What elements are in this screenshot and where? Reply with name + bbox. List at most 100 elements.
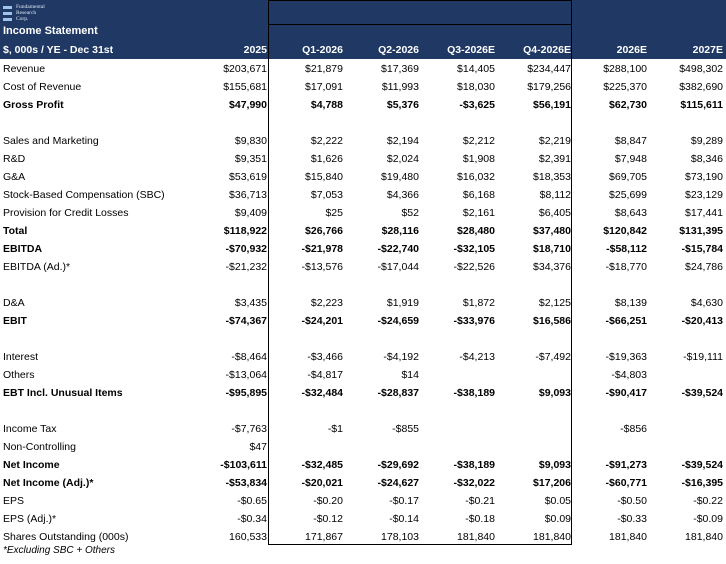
table-cell: $15,840 [305, 171, 343, 183]
table-cell: -$21,978 [301, 243, 343, 255]
table-cell: -$0.14 [389, 513, 419, 525]
table-cell: $8,112 [539, 189, 571, 201]
table-cell: $21,879 [305, 63, 343, 75]
logo-line: Corp. [16, 16, 29, 22]
table-row: R&D $9,351 $1,626 $2,024 $1,908 $2,391 $7,948 $… [0, 150, 726, 168]
footnote: *Excluding SBC + Others [3, 545, 115, 556]
table-cell: $2,125 [538, 297, 571, 309]
table-cell: $9,409 [234, 207, 267, 219]
table-cell: $2,212 [462, 135, 495, 147]
row-label: EPS (Adj.)* [3, 513, 57, 525]
table-cell: -$8,464 [231, 351, 267, 363]
table-row: EPS (Adj.)* -$0.34 -$0.12 -$0.14 -$0.18 $0.09… [0, 510, 726, 528]
table-cell: $18,353 [533, 171, 571, 183]
table-cell: $47,990 [229, 99, 267, 111]
table-cell: -$0.65 [237, 495, 267, 507]
table-row: Net Income -$103,611 -$32,485 -$29,692 -$38,… [0, 456, 726, 474]
row-label: D&A [3, 297, 25, 309]
column-header: Q3-2026E [447, 44, 495, 56]
table-cell: $0.05 [544, 495, 571, 507]
table-row: Provision for Credit Losses $9,409 $25 $52 $… [0, 204, 726, 222]
column-header: 2027E [692, 44, 723, 56]
table-cell: $2,024 [386, 153, 419, 165]
row-label: Revenue [3, 63, 46, 75]
table-cell: $9,351 [234, 153, 267, 165]
table-cell: 181,840 [685, 531, 723, 543]
table-cell: $34,376 [533, 261, 571, 273]
table-row: Cost of Revenue $155,681 $17,091 $11,993 $18… [0, 78, 726, 96]
table-cell: 181,840 [457, 531, 495, 543]
table-cell: -$3,466 [307, 351, 343, 363]
row-label: Stock-Based Compensation (SBC) [3, 189, 165, 201]
row-label: Provision for Credit Losses [3, 207, 129, 219]
row-label: Cost of Revenue [3, 81, 82, 93]
row-label: G&A [3, 171, 26, 183]
table-row: EBIT -$74,367 -$24,201 -$24,659 -$33,976 $16,… [0, 312, 726, 330]
table-cell: $498,302 [679, 63, 723, 75]
table-cell: -$4,192 [383, 351, 419, 363]
table-cell: -$66,251 [605, 315, 647, 327]
table-cell: $23,129 [685, 189, 723, 201]
table-cell: -$0.34 [237, 513, 267, 525]
table-cell: -$32,022 [453, 477, 495, 489]
column-header: Q4-2026E [523, 44, 571, 56]
table-cell: $118,922 [223, 225, 267, 237]
table-cell: -$17,044 [377, 261, 419, 273]
row-label: EBT Incl. Unusual Items [3, 387, 123, 399]
table-cell: $8,643 [614, 207, 647, 219]
column-header: 2025 [243, 44, 267, 56]
table-cell: -$21,232 [225, 261, 267, 273]
table-cell: $17,441 [685, 207, 723, 219]
table-cell: -$15,784 [681, 243, 723, 255]
table-cell: -$32,485 [301, 459, 343, 471]
table-cell: -$18,770 [605, 261, 647, 273]
table-cell: -$20,021 [301, 477, 343, 489]
table-cell: $62,730 [609, 99, 647, 111]
table-cell: $52 [401, 207, 419, 219]
column-header: 2026E [616, 44, 647, 56]
row-label: Sales and Marketing [3, 135, 99, 147]
table-cell: 171,867 [305, 531, 343, 543]
table-cell: -$33,976 [453, 315, 495, 327]
table-cell: $2,223 [310, 297, 343, 309]
table-cell: $53,619 [229, 171, 267, 183]
table-cell: -$38,189 [453, 459, 495, 471]
table-cell: -$70,932 [225, 243, 267, 255]
row-label: EBIT [3, 315, 27, 327]
table-row: Non-Controlling $47 [0, 438, 726, 456]
table-cell: -$856 [620, 423, 647, 435]
table-cell: -$4,803 [611, 369, 647, 381]
table-cell: -$19,363 [605, 351, 647, 363]
table-cell: -$28,837 [377, 387, 419, 399]
table-cell: $2,222 [310, 135, 343, 147]
table-cell: -$7,492 [535, 351, 571, 363]
table-cell: $11,993 [381, 81, 419, 93]
table-cell: -$0.17 [389, 495, 419, 507]
table-cell: $17,369 [381, 63, 419, 75]
table-cell: 181,840 [609, 531, 647, 543]
table-cell: -$0.50 [617, 495, 647, 507]
table-cell: $73,190 [685, 171, 723, 183]
table-cell: $28,116 [381, 225, 419, 237]
table-cell: -$0.20 [313, 495, 343, 507]
period-label-header: $, 000s / YE - Dec 31st [3, 44, 114, 56]
table-cell: $18,710 [533, 243, 571, 255]
table-cell: $16,586 [533, 315, 571, 327]
table-cell: $7,053 [310, 189, 343, 201]
row-label: Income Tax [3, 423, 57, 435]
table-cell: -$19,111 [683, 351, 723, 363]
table-row: Interest -$8,464 -$3,466 -$4,192 -$4,213 -$7,… [0, 348, 726, 366]
table-cell: $179,256 [527, 81, 571, 93]
table-cell: -$58,112 [606, 243, 647, 255]
row-label: EBITDA [3, 243, 43, 255]
row-label: Interest [3, 351, 39, 363]
row-label: Gross Profit [3, 99, 64, 111]
table-cell: -$4,213 [459, 351, 495, 363]
table-cell: -$90,417 [605, 387, 647, 399]
column-header: Q2-2026 [378, 44, 419, 56]
table-cell: -$91,273 [605, 459, 647, 471]
page-title: Income Statement [3, 25, 98, 37]
table-cell: $47 [249, 441, 267, 453]
table-cell: $19,480 [381, 171, 419, 183]
table-cell: $69,705 [609, 171, 647, 183]
